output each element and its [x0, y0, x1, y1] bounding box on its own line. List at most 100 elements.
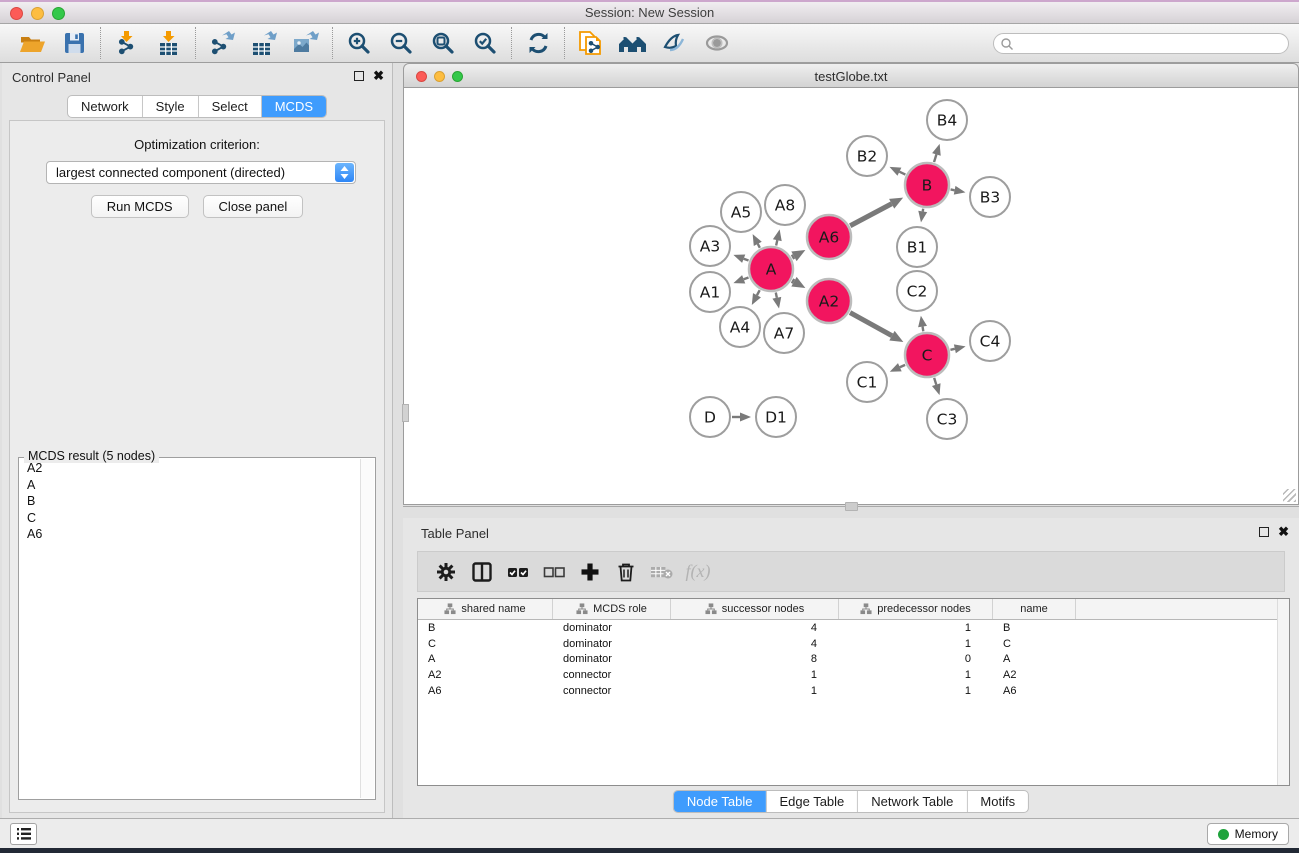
table-toolbar: f(x): [417, 551, 1285, 592]
zoom-in-icon: [347, 31, 371, 55]
table-cell[interactable]: A: [418, 653, 553, 665]
table-row[interactable]: A2connector11A2: [418, 667, 1289, 683]
unselect-all-button[interactable]: [536, 556, 572, 588]
table-cell[interactable]: 1: [671, 669, 839, 681]
table-row[interactable]: Bdominator41B: [418, 620, 1289, 636]
tab-network[interactable]: Network: [68, 96, 142, 117]
table-cell[interactable]: 1: [839, 622, 993, 634]
tab-style[interactable]: Style: [142, 96, 198, 117]
export-network-button[interactable]: [205, 28, 239, 58]
mcds-result-list: A2ABCA6: [20, 460, 359, 798]
horizontal-splitter-handle[interactable]: [845, 502, 858, 511]
table-cell[interactable]: 4: [671, 638, 839, 650]
table-cell[interactable]: connector: [553, 669, 671, 681]
network-from-selection-button[interactable]: [574, 28, 608, 58]
zoom-selected-button[interactable]: [468, 28, 502, 58]
table-cell[interactable]: 8: [671, 653, 839, 665]
settings-button[interactable]: [428, 556, 464, 588]
select-all-button[interactable]: [500, 556, 536, 588]
table-cell[interactable]: dominator: [553, 622, 671, 634]
show-all-button[interactable]: [700, 28, 734, 58]
import-network-button[interactable]: [110, 28, 144, 58]
delete-icon: [617, 562, 635, 582]
vertical-splitter-handle[interactable]: [402, 404, 409, 422]
table-tab-node-table[interactable]: Node Table: [674, 791, 766, 812]
float-panel-icon[interactable]: [354, 71, 364, 81]
mcds-result-item[interactable]: A2: [20, 460, 359, 477]
table-cell[interactable]: A2: [993, 669, 1076, 681]
column-header-name[interactable]: name: [993, 599, 1076, 619]
close-panel-icon[interactable]: ✖: [373, 70, 384, 82]
table-row[interactable]: Cdominator41C: [418, 636, 1289, 652]
search-box: [993, 33, 1289, 54]
close-table-panel-icon[interactable]: ✖: [1278, 526, 1289, 538]
table-cell[interactable]: 1: [839, 638, 993, 650]
column-header-shared-name[interactable]: shared name: [418, 599, 553, 619]
select-all-icon: [507, 565, 529, 579]
add-button[interactable]: [572, 556, 608, 588]
result-list-scrollbar[interactable]: [360, 459, 374, 798]
network-canvas[interactable]: AA1A2A3A4A5A6A7A8BB1B2B3B4CC1C2C3C4DD1: [403, 88, 1299, 505]
horizontal-splitter[interactable]: [403, 506, 1299, 507]
table-cell[interactable]: B: [418, 622, 553, 634]
mcds-result-item[interactable]: A6: [20, 526, 359, 543]
table-cell[interactable]: 0: [839, 653, 993, 665]
apply-layout-button[interactable]: [521, 28, 555, 58]
table-tab-edge-table[interactable]: Edge Table: [765, 791, 857, 812]
run-mcds-button[interactable]: Run MCDS: [91, 195, 189, 218]
right-area: testGlobe.txt AA1A2A3A4A5A6A7A8BB1B2B3B4…: [403, 63, 1299, 818]
open-session-button[interactable]: [15, 28, 49, 58]
close-panel-button[interactable]: Close panel: [203, 195, 304, 218]
mcds-result-item[interactable]: A: [20, 477, 359, 494]
criterion-dropdown[interactable]: largest connected component (directed): [46, 161, 356, 184]
graph-edge-A6-B: [850, 204, 891, 226]
mcds-result-item[interactable]: C: [20, 510, 359, 527]
table-cell[interactable]: C: [418, 638, 553, 650]
export-image-button[interactable]: [289, 28, 323, 58]
table-cell[interactable]: A6: [418, 685, 553, 697]
task-history-button[interactable]: [10, 823, 37, 845]
table-cell[interactable]: A2: [418, 669, 553, 681]
table-cell[interactable]: 4: [671, 622, 839, 634]
home-button[interactable]: [616, 28, 650, 58]
column-header-predecessor-nodes[interactable]: predecessor nodes: [839, 599, 993, 619]
table-cell[interactable]: dominator: [553, 638, 671, 650]
table-tab-motifs[interactable]: Motifs: [966, 791, 1028, 812]
table-scrollbar[interactable]: [1277, 599, 1289, 785]
save-session-button[interactable]: [57, 28, 91, 58]
hide-selected-button[interactable]: [658, 28, 692, 58]
table-row[interactable]: Adominator80A: [418, 652, 1289, 668]
tab-mcds[interactable]: MCDS: [261, 96, 326, 117]
columns-button[interactable]: [464, 556, 500, 588]
delete-button[interactable]: [608, 556, 644, 588]
table-cell[interactable]: B: [993, 622, 1076, 634]
column-header-MCDS-role[interactable]: MCDS role: [553, 599, 671, 619]
search-input[interactable]: [1014, 35, 1288, 52]
table-cell[interactable]: dominator: [553, 653, 671, 665]
network-from-selection-icon: [578, 29, 604, 57]
tab-select[interactable]: Select: [198, 96, 261, 117]
memory-button[interactable]: Memory: [1207, 823, 1289, 845]
zoom-fit-button[interactable]: [426, 28, 460, 58]
graph-edge-arrowhead: [932, 144, 941, 156]
table-cell[interactable]: 1: [839, 669, 993, 681]
import-table-button[interactable]: [152, 28, 186, 58]
export-table-button[interactable]: [247, 28, 281, 58]
zoom-in-button[interactable]: [342, 28, 376, 58]
table-cell[interactable]: C: [993, 638, 1076, 650]
table-tab-network-table[interactable]: Network Table: [857, 791, 966, 812]
table-row[interactable]: A6connector11A6: [418, 683, 1289, 699]
zoom-out-button[interactable]: [384, 28, 418, 58]
mcds-result-item[interactable]: B: [20, 493, 359, 510]
network-graph: AA1A2A3A4A5A6A7A8BB1B2B3B4CC1C2C3C4DD1: [404, 88, 1298, 504]
window-title: Session: New Session: [0, 2, 1299, 24]
table-cell[interactable]: connector: [553, 685, 671, 697]
table-cell[interactable]: A6: [993, 685, 1076, 697]
table-cell[interactable]: A: [993, 653, 1076, 665]
resize-grip[interactable]: [1283, 489, 1296, 502]
float-table-panel-icon[interactable]: [1259, 527, 1269, 537]
column-header-successor-nodes[interactable]: successor nodes: [671, 599, 839, 619]
table-cell[interactable]: 1: [839, 685, 993, 697]
table-cell[interactable]: 1: [671, 685, 839, 697]
zoom-fit-icon: [431, 31, 455, 55]
